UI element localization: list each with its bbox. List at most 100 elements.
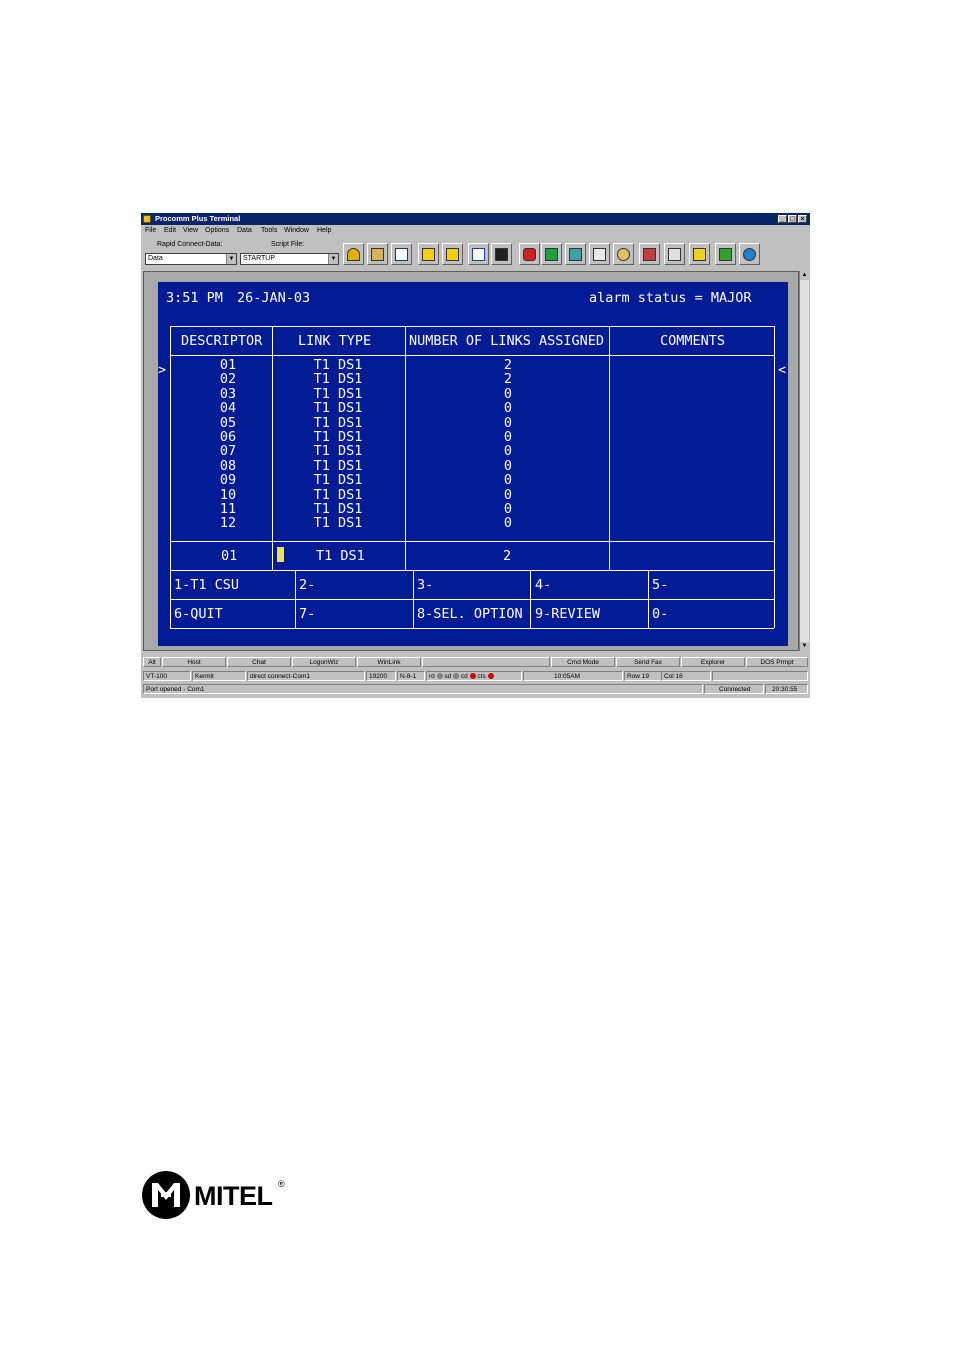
monitor-icon[interactable] <box>541 243 562 265</box>
softkey-5[interactable]: 5- <box>652 577 668 593</box>
status-transfer[interactable]: Kermit <box>192 671 246 681</box>
row-descriptor: 07 <box>219 443 237 460</box>
table-border-header <box>170 355 774 356</box>
status-indicators: rd sd cd cts <box>426 671 522 681</box>
action-cmd-mode[interactable]: Cmd Mode <box>551 657 615 667</box>
action-winlink[interactable]: WinLink <box>357 657 421 667</box>
softkey-divider <box>530 570 531 628</box>
row-link-type: T1 DS1 <box>313 414 363 431</box>
printer-icon[interactable] <box>589 243 610 265</box>
softkey-2[interactable]: 2- <box>299 577 315 593</box>
menu-options[interactable]: Options <box>205 227 229 234</box>
close-button[interactable]: × <box>798 215 807 223</box>
table-border-body <box>170 541 774 542</box>
status-emulation[interactable]: VT-100 <box>143 671 191 681</box>
softkey-8[interactable]: 8-SEL. OPTION <box>417 606 523 622</box>
menu-data[interactable]: Data <box>237 227 252 234</box>
capture-icon[interactable] <box>468 243 489 265</box>
globe-icon[interactable] <box>613 243 634 265</box>
script-file-select[interactable]: STARTUP ▼ <box>240 253 339 265</box>
action-logonwiz[interactable]: LogonWiz <box>292 657 356 667</box>
row-link-type: T1 DS1 <box>313 429 363 446</box>
column-divider <box>272 326 273 570</box>
script-run-icon[interactable] <box>343 243 364 265</box>
menu-file[interactable]: File <box>145 227 156 234</box>
row-link-type: T1 DS1 <box>313 357 363 373</box>
scroll-up-icon[interactable]: ▲ <box>800 271 809 280</box>
action-dos-prompt[interactable]: DOS Prmpt <box>746 657 808 667</box>
row-link-type: T1 DS1 <box>313 371 363 388</box>
header-descriptor: DESCRIPTOR <box>181 333 263 349</box>
send-file-icon[interactable] <box>418 243 439 265</box>
minimize-button[interactable]: _ <box>778 215 787 223</box>
link-type-column: T1 DS1 T1 DS1 T1 DS1 T1 DS1 T1 DS1 T1 DS1 T1 D… <box>298 358 378 531</box>
keyboard-icon[interactable] <box>664 243 685 265</box>
rd-label: rd <box>429 673 435 680</box>
status-col: Col 16 <box>661 671 711 681</box>
rd-indicator-icon <box>436 673 443 680</box>
web-globe-icon[interactable] <box>739 243 760 265</box>
menu-help[interactable]: Help <box>317 227 331 234</box>
action-blank[interactable] <box>422 657 550 667</box>
menu-window[interactable]: Window <box>284 227 309 234</box>
status-connection[interactable]: direct connect-Com1 <box>247 671 365 681</box>
row-links: 0 <box>503 515 513 532</box>
softkey-7[interactable]: 7- <box>299 606 315 622</box>
column-divider <box>609 326 610 570</box>
terminal-area[interactable]: 3:51 PM 26-JAN-03 alarm status = MAJOR D… <box>143 271 799 651</box>
rapid-connect-select[interactable]: Data ▼ <box>145 253 237 265</box>
message-bar: Port opened - Com1 Connected 20:30:55 <box>141 684 810 695</box>
clear-icon[interactable] <box>639 243 660 265</box>
edit-descriptor[interactable]: 01 <box>221 548 237 564</box>
status-baud[interactable]: 19200 <box>366 671 396 681</box>
scroll-down-icon[interactable]: ▼ <box>800 642 809 651</box>
row-descriptor: 08 <box>219 457 237 474</box>
softkey-9[interactable]: 9-REVIEW <box>535 606 600 622</box>
mode-icon[interactable] <box>391 243 412 265</box>
menu-tools[interactable]: Tools <box>261 227 277 234</box>
alarm-status: alarm status = MAJOR <box>589 290 752 306</box>
chevron-down-icon[interactable]: ▼ <box>226 254 236 264</box>
status-parity[interactable]: N-8-1 <box>397 671 425 681</box>
maximize-button[interactable]: □ <box>788 215 797 223</box>
sd-indicator-icon <box>453 673 460 680</box>
softkey-3[interactable]: 3- <box>417 577 433 593</box>
row-links: 0 <box>503 414 513 431</box>
softkey-4[interactable]: 4- <box>535 577 551 593</box>
row-link-type: T1 DS1 <box>313 472 363 489</box>
action-host[interactable]: Host <box>162 657 226 667</box>
calc-icon[interactable] <box>715 243 736 265</box>
screen-icon[interactable] <box>491 243 512 265</box>
terminal-screen[interactable]: 3:51 PM 26-JAN-03 alarm status = MAJOR D… <box>158 282 788 646</box>
action-chat[interactable]: Chat <box>227 657 291 667</box>
row-descriptor: 01 <box>219 357 237 373</box>
receive-file-icon[interactable] <box>442 243 463 265</box>
softkey-6[interactable]: 6-QUIT <box>174 606 223 622</box>
card-icon[interactable] <box>689 243 710 265</box>
pencil-icon[interactable] <box>565 243 586 265</box>
title-bar: Procomm Plus Terminal _ □ × <box>141 213 810 225</box>
meta-icon[interactable] <box>519 243 540 265</box>
action-explorer[interactable]: Explorer <box>681 657 745 667</box>
app-icon <box>143 215 151 223</box>
menu-edit[interactable]: Edit <box>164 227 176 234</box>
descriptor-column: 01 02 03 04 05 06 07 08 09 10 11 12 <box>198 358 258 531</box>
softkey-1[interactable]: 1-T1 CSU <box>174 577 239 593</box>
action-alt[interactable]: Alt <box>143 657 161 667</box>
menu-view[interactable]: View <box>183 227 198 234</box>
action-send-fax[interactable]: Send Fax <box>616 657 680 667</box>
chevron-down-icon[interactable]: ▼ <box>328 254 338 264</box>
softkey-0[interactable]: 0- <box>652 606 668 622</box>
status-spacer <box>712 671 808 681</box>
vertical-scrollbar[interactable]: ▲ ▼ <box>799 271 809 651</box>
header-link-type: LINK TYPE <box>298 333 372 349</box>
table-border-right <box>774 326 775 628</box>
edit-links[interactable]: 2 <box>503 548 511 564</box>
row-links: 0 <box>503 472 513 489</box>
left-selection-marker: > <box>158 362 167 378</box>
row-descriptor: 02 <box>219 371 237 388</box>
row-links: 0 <box>503 443 513 460</box>
phone-book-icon[interactable] <box>367 243 388 265</box>
edit-link-type[interactable]: T1 DS1 <box>316 548 365 564</box>
softkey-divider <box>295 570 296 628</box>
